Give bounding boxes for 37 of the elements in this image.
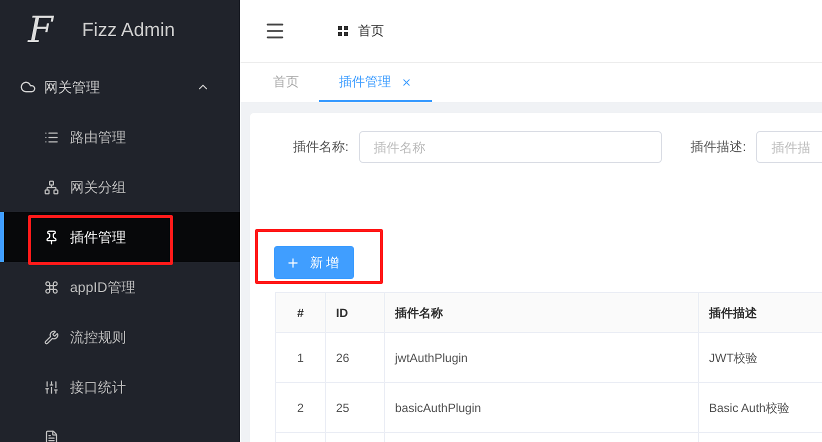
table-cell: JWT校验 bbox=[699, 333, 822, 383]
table-cell: jwtAuthPlugin bbox=[385, 333, 699, 383]
column-header: 插件描述 bbox=[699, 293, 822, 333]
filter-label: 插件名称: bbox=[293, 138, 349, 156]
document-icon bbox=[44, 430, 59, 442]
filter-input[interactable]: 插件名称 bbox=[358, 131, 662, 163]
sidebar-item[interactable]: appID管理 bbox=[0, 262, 240, 312]
table-cell: 25 bbox=[326, 383, 385, 433]
filter-input[interactable]: 插件描 bbox=[756, 131, 822, 163]
menu-group[interactable]: 网关管理 bbox=[0, 62, 240, 112]
table-cell: 26 bbox=[326, 333, 385, 383]
command-icon bbox=[44, 280, 59, 294]
cloud-icon bbox=[20, 79, 36, 95]
table-cell: Basic Auth校验 bbox=[699, 383, 822, 433]
grid-icon bbox=[338, 26, 348, 36]
wrench-icon bbox=[44, 330, 59, 344]
logo-icon: F bbox=[28, 13, 52, 49]
table-cell: 1 bbox=[276, 333, 326, 383]
sidebar-item[interactable]: 插件管理 bbox=[0, 212, 240, 262]
sidebar-item[interactable]: 网关分组 bbox=[0, 162, 240, 212]
sliders-icon bbox=[44, 380, 59, 394]
sidebar-item[interactable]: 路由管理 bbox=[0, 112, 240, 162]
table-cell: basicAuthPlugin bbox=[385, 383, 699, 433]
breadcrumb[interactable]: 首页 bbox=[358, 21, 384, 41]
pin-icon bbox=[44, 230, 59, 244]
sidebar-item[interactable]: 接口统计 bbox=[0, 362, 240, 412]
filter-label: 插件描述: bbox=[690, 138, 746, 156]
column-header: # bbox=[276, 293, 326, 333]
column-header: 插件名称 bbox=[385, 293, 699, 333]
brand-title: Fizz Admin bbox=[82, 18, 175, 43]
close-icon[interactable] bbox=[401, 76, 412, 88]
table-cell: 2 bbox=[276, 383, 326, 433]
hierarchy-icon bbox=[44, 180, 59, 194]
column-header: ID bbox=[326, 293, 385, 333]
sidebar-item[interactable]: 流控规则 bbox=[0, 312, 240, 362]
list-icon bbox=[44, 130, 59, 144]
plus-icon bbox=[286, 256, 300, 270]
